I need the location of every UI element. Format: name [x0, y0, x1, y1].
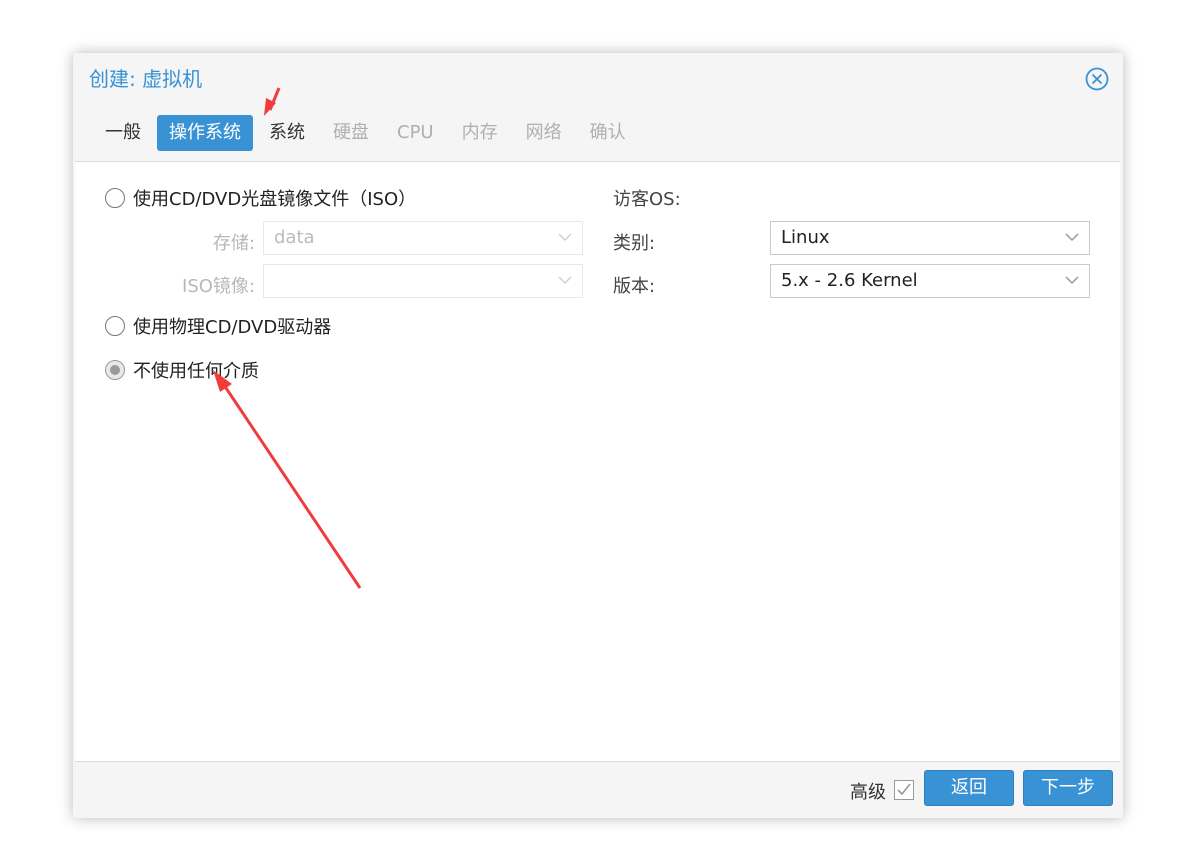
radio-use-physical-drive[interactable]: 使用物理CD/DVD驱动器: [105, 313, 331, 339]
radio-button[interactable]: [105, 316, 125, 336]
tab-network: 网络: [525, 122, 562, 143]
tab-memory: 内存: [461, 122, 498, 143]
dialog-footer: 高级 返回 下一步: [73, 762, 1123, 818]
tab-system[interactable]: 系统: [257, 115, 317, 151]
os-type-label: 类别:: [613, 233, 656, 254]
radio-label: 不使用任何介质: [133, 361, 259, 382]
checkmark-icon: [897, 783, 911, 796]
close-icon[interactable]: [1085, 67, 1109, 91]
radio-button[interactable]: [105, 188, 125, 208]
iso-image-label: ISO镜像:: [182, 276, 255, 297]
back-button[interactable]: 返回: [924, 770, 1014, 806]
radio-label: 使用CD/DVD光盘镜像文件（ISO）: [133, 189, 417, 210]
advanced-label: 高级: [850, 782, 886, 803]
storage-value: data: [274, 227, 315, 248]
advanced-checkbox[interactable]: [894, 780, 914, 800]
tab-general[interactable]: 一般: [93, 115, 153, 151]
iso-image-select: [263, 264, 583, 298]
storage-label: 存储:: [212, 233, 255, 254]
dialog-body: 使用CD/DVD光盘镜像文件（ISO） 存储: data ISO镜像: 使用物理…: [75, 161, 1120, 762]
tab-confirm: 确认: [589, 122, 626, 143]
create-vm-dialog: 创建: 虚拟机 一般 操作系统 系统 硬盘 CPU 内存 网络 确认 使用CD/…: [73, 53, 1123, 818]
os-version-select[interactable]: 5.x - 2.6 Kernel: [770, 264, 1090, 298]
tab-cpu: CPU: [397, 122, 434, 143]
tab-disk: 硬盘: [333, 122, 369, 143]
radio-no-media[interactable]: 不使用任何介质: [105, 357, 259, 383]
chevron-down-icon: [558, 276, 572, 285]
os-type-select[interactable]: Linux: [770, 221, 1090, 255]
next-button[interactable]: 下一步: [1023, 770, 1113, 806]
chevron-down-icon: [1065, 276, 1079, 285]
radio-use-iso[interactable]: 使用CD/DVD光盘镜像文件（ISO）: [105, 185, 416, 211]
guest-os-heading: 访客OS:: [613, 189, 681, 210]
radio-label: 使用物理CD/DVD驱动器: [133, 317, 332, 338]
os-version-label: 版本:: [613, 276, 656, 297]
radio-button-checked[interactable]: [105, 360, 125, 380]
dialog-title: 创建: 虚拟机: [89, 67, 203, 91]
tab-os[interactable]: 操作系统: [157, 115, 253, 151]
storage-select: data: [263, 221, 583, 255]
os-type-value: Linux: [781, 227, 830, 248]
chevron-down-icon: [1065, 233, 1079, 242]
wizard-tabs: 一般 操作系统 系统 硬盘 CPU 内存 网络 确认: [93, 115, 642, 151]
os-version-value: 5.x - 2.6 Kernel: [781, 270, 918, 291]
chevron-down-icon: [558, 233, 572, 242]
